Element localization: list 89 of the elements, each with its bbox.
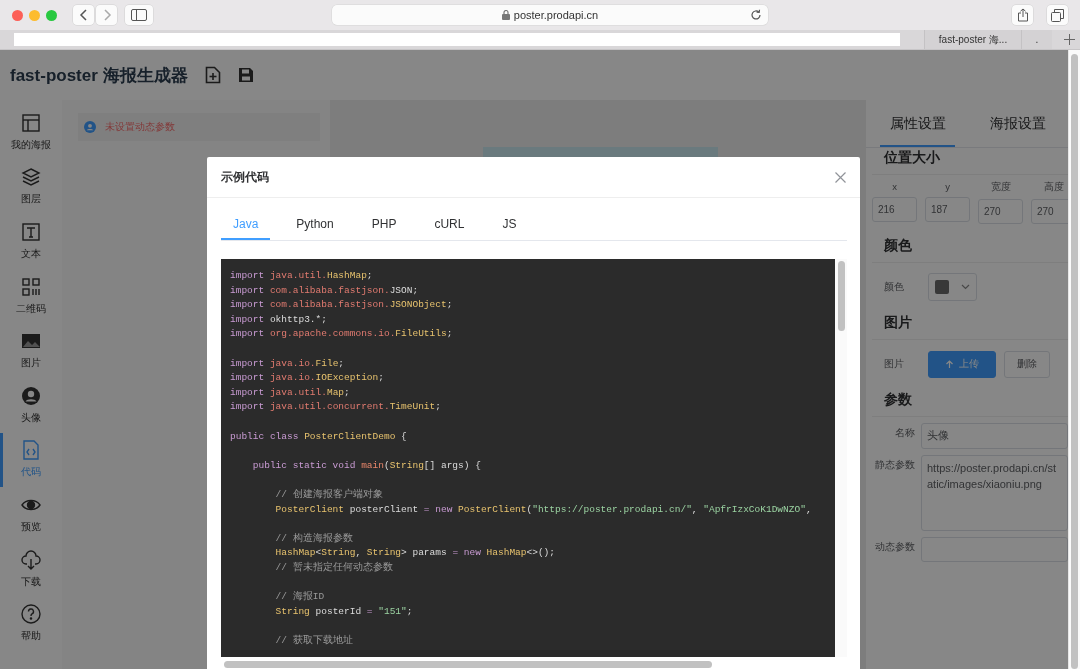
- code-line: String posterId = "151";: [274, 604, 414, 619]
- scrollbar-thumb[interactable]: [224, 660, 712, 668]
- new-file-icon[interactable]: [204, 66, 221, 84]
- code-line: // 构造海报参数: [274, 531, 354, 546]
- code-line: import okhttp3.*;: [230, 312, 328, 327]
- user-icon: [84, 121, 96, 133]
- code-line: import java.util.concurrent.TimeUnit;: [230, 400, 442, 415]
- app-title: fast-poster 海报生成器: [10, 64, 188, 87]
- code-line: import java.util.HashMap;: [230, 269, 374, 283]
- sidebar-item[interactable]: 图层: [0, 159, 62, 215]
- code-line: import java.io.IOException;: [230, 371, 385, 386]
- help-icon: [21, 604, 41, 625]
- scrollbar-thumb[interactable]: [1071, 54, 1078, 669]
- sidebar-item[interactable]: 下载: [0, 541, 62, 597]
- language-tab[interactable]: cURL: [422, 208, 477, 240]
- sidebar-item[interactable]: 预览: [0, 487, 62, 542]
- sidebar-item[interactable]: 帮助: [0, 596, 62, 651]
- sidebar-toggle-button[interactable]: [125, 5, 153, 25]
- sidebar-icon: [131, 9, 147, 21]
- chevron-left-icon: [78, 9, 89, 21]
- browser-tab[interactable]: fast-poster 海...: [924, 30, 1021, 49]
- field-label: y: [945, 181, 950, 192]
- upload-icon: [945, 359, 954, 369]
- field-label: 图片: [883, 357, 905, 371]
- text-area[interactable]: https://poster.prodapi.cn/static/images/xiaoniu.png: [921, 455, 1068, 531]
- number-field[interactable]: 216: [872, 197, 917, 222]
- language-tab[interactable]: Java: [221, 208, 271, 240]
- code-line: import java.io.File;: [230, 356, 346, 371]
- address-field[interactable]: poster.prodapi.cn: [332, 5, 768, 25]
- code-line: // 暂未指定任何动态参数: [274, 560, 394, 575]
- sidebar-item[interactable]: 头像: [0, 377, 62, 433]
- field-label: 宽度: [990, 181, 1011, 194]
- code-line: // 获取下载地址: [274, 633, 354, 648]
- text-icon: [21, 222, 41, 242]
- field-label: 高度: [1043, 181, 1064, 194]
- close-icon[interactable]: [835, 171, 846, 183]
- sidebar-item[interactable]: 二维码: [0, 268, 62, 324]
- code-line: import java.util.Map;: [230, 385, 351, 400]
- number-field[interactable]: 187: [925, 197, 970, 222]
- color-swatch: [935, 280, 949, 294]
- language-tab[interactable]: Python: [284, 208, 346, 240]
- tabs-icon: [1051, 8, 1064, 22]
- chevron-right-icon: [101, 9, 112, 21]
- field-label: 颜色: [883, 280, 905, 294]
- language-tab[interactable]: JS: [490, 208, 529, 240]
- delete-button[interactable]: 删除: [1004, 350, 1050, 378]
- reload-icon[interactable]: [750, 9, 762, 21]
- sidebar-item[interactable]: 图片: [0, 323, 62, 378]
- code-file-icon: [21, 440, 41, 461]
- code-line: public static void main(String[] args) {: [251, 458, 482, 473]
- browser-tab[interactable]: .: [1021, 30, 1052, 49]
- share-icon: [1016, 8, 1029, 22]
- scrollbar-thumb[interactable]: [837, 261, 845, 331]
- back-button[interactable]: [73, 5, 94, 25]
- color-picker[interactable]: [928, 273, 977, 301]
- chevron-down-icon: [961, 284, 970, 290]
- field-label: 名称: [894, 426, 916, 440]
- field-label: 动态参数: [874, 540, 916, 554]
- code-line: // 创建海报客户端对象: [274, 487, 384, 502]
- share-button[interactable]: [1012, 5, 1033, 25]
- save-icon[interactable]: [237, 67, 254, 83]
- sidebar-item[interactable]: 我的海报: [0, 105, 62, 160]
- number-field[interactable]: 270: [978, 199, 1023, 224]
- code-line: public class PosterClientDemo {: [230, 429, 408, 444]
- code-line: PosterClient posterClient = new PosterClient("https://poster.prodapi.cn/", "ApfrIzxCoK1DwNZO",: [274, 502, 813, 517]
- qr-code-icon: [21, 276, 41, 297]
- layers-icon: [21, 167, 41, 188]
- code-line: import org.apache.commons.io.FileUtils;: [230, 327, 454, 342]
- code-line: import com.alibaba.fastjson.JSON;: [230, 283, 420, 298]
- cloud-download-icon: [21, 549, 41, 570]
- window-close-control[interactable]: [12, 9, 23, 21]
- window-zoom-control[interactable]: [46, 9, 57, 21]
- code-line: // 海报ID: [274, 590, 326, 605]
- panel-tab[interactable]: 海报设置: [968, 100, 1068, 147]
- input-field[interactable]: 头像: [921, 423, 1068, 449]
- panel-tab[interactable]: 属性设置: [880, 100, 956, 147]
- plus-icon[interactable]: [1064, 34, 1075, 45]
- dialog-title: 示例代码: [221, 168, 269, 186]
- field-label: 静态参数: [874, 458, 916, 472]
- user-icon: [21, 385, 41, 406]
- language-tab[interactable]: PHP: [359, 208, 409, 240]
- tabs-overview-button[interactable]: [1047, 5, 1068, 25]
- field-label: x: [892, 181, 897, 192]
- sidebar-item[interactable]: 文本: [0, 214, 62, 269]
- code-line: import com.alibaba.fastjson.JSONObject;: [230, 298, 454, 313]
- lock-icon: [501, 10, 510, 20]
- input-field[interactable]: [921, 537, 1068, 562]
- code-line: HashMap<String, String> params = new HashMap<>();: [274, 546, 557, 561]
- layout-icon: [21, 112, 41, 133]
